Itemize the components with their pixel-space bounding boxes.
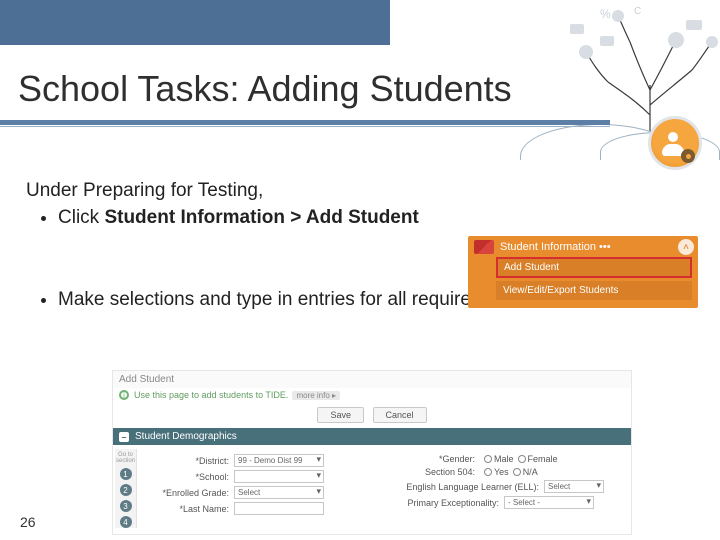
- menu-header: Student Information ••• ˄: [468, 236, 698, 257]
- section-title: Student Demographics: [135, 431, 237, 442]
- ell-label: English Language Learner (ELL):: [389, 482, 539, 492]
- ell-select[interactable]: Select: [544, 480, 604, 493]
- sec504-na-radio[interactable]: [513, 468, 521, 476]
- sec504-na-label: N/A: [523, 467, 538, 477]
- cancel-button[interactable]: Cancel: [373, 407, 427, 423]
- gender-male-label: Male: [494, 454, 514, 464]
- form-hint-text: Use this page to add students to TIDE.: [134, 390, 288, 400]
- gender-label: *Gender:: [389, 454, 475, 464]
- slide-header: % C School Tasks: Adding Students: [0, 0, 720, 165]
- lastname-input[interactable]: [234, 502, 324, 515]
- info-icon: i: [119, 390, 129, 400]
- form-hint: i Use this page to add students to TIDE.…: [113, 388, 631, 404]
- svg-text:C: C: [634, 6, 641, 17]
- school-select[interactable]: [234, 470, 324, 483]
- sec504-yes-label: Yes: [494, 467, 509, 477]
- lastname-label: *Last Name:: [143, 504, 229, 514]
- district-label: *District:: [143, 456, 229, 466]
- section-student-demographics[interactable]: – Student Demographics: [113, 428, 631, 445]
- exceptionality-label: Primary Exceptionality:: [389, 498, 499, 508]
- bullet-1-pre: Click: [58, 207, 104, 228]
- step-4[interactable]: 4: [120, 516, 132, 528]
- lead-text: Under Preparing for Testing,: [26, 180, 698, 202]
- district-select[interactable]: 99 - Demo Dist 99: [234, 454, 324, 467]
- menu-dots-icon: •••: [599, 241, 611, 253]
- add-student-form: Add Student i Use this page to add stude…: [112, 370, 632, 535]
- collapse-section-icon[interactable]: –: [119, 432, 129, 442]
- grade-label: *Enrolled Grade:: [143, 488, 229, 498]
- menu-title: Student Information: [500, 241, 596, 253]
- title-underline: [0, 120, 610, 125]
- collapse-icon[interactable]: ˄: [678, 239, 694, 255]
- tide-logo-icon: [474, 240, 494, 254]
- menu-item-add-student[interactable]: Add Student: [496, 257, 692, 278]
- student-info-menu: Student Information ••• ˄ Add Student Vi…: [468, 236, 698, 308]
- gear-icon: [681, 149, 695, 163]
- svg-text:%: %: [600, 7, 611, 21]
- sec504-label: Section 504:: [389, 467, 475, 477]
- user-settings-icon: [648, 116, 702, 170]
- school-label: *School:: [143, 472, 229, 482]
- gender-male-radio[interactable]: [484, 455, 492, 463]
- step-1[interactable]: 1: [120, 468, 132, 480]
- save-button[interactable]: Save: [317, 407, 364, 423]
- exceptionality-select[interactable]: - Select -: [504, 496, 594, 509]
- bullet-1-bold: Student Information > Add Student: [104, 207, 418, 228]
- menu-item-view-students[interactable]: View/Edit/Export Students: [496, 281, 692, 300]
- gender-female-radio[interactable]: [518, 455, 526, 463]
- header-blue-bar: [0, 0, 390, 45]
- grade-select[interactable]: Select: [234, 486, 324, 499]
- step-nav: Go to section 1 2 3 4: [115, 449, 137, 528]
- gender-female-label: Female: [528, 454, 558, 464]
- page-title: School Tasks: Adding Students: [18, 68, 512, 110]
- more-info-link[interactable]: more info ▸: [292, 391, 340, 400]
- step-2[interactable]: 2: [120, 484, 132, 496]
- sec504-yes-radio[interactable]: [484, 468, 492, 476]
- step-3[interactable]: 3: [120, 500, 132, 512]
- bullet-1: Click Student Information > Add Student: [58, 205, 698, 231]
- page-number: 26: [20, 514, 36, 530]
- form-breadcrumb: Add Student: [113, 371, 631, 388]
- step-nav-label: Go to section: [115, 452, 136, 464]
